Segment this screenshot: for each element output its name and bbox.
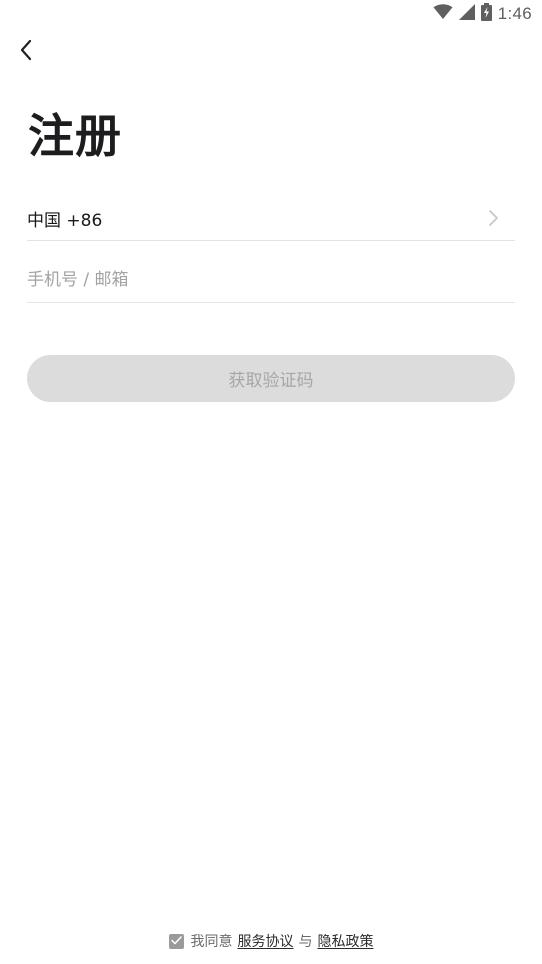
- checkmark-icon: [170, 933, 182, 949]
- battery-charging-icon: [480, 3, 492, 25]
- agreement-row: 我同意 服务协议 与 隐私政策: [0, 929, 542, 953]
- chevron-right-icon: [485, 208, 501, 228]
- status-bar: 1:46: [0, 0, 542, 28]
- country-code-selector[interactable]: 中国 +86: [27, 196, 515, 241]
- agreement-conjunction: 与: [298, 934, 313, 950]
- cellular-signal-icon: [458, 4, 475, 24]
- register-screen: 1:46 注册 中国 +86 获取验证码: [0, 0, 542, 964]
- agree-checkbox[interactable]: [168, 933, 184, 949]
- back-button[interactable]: [12, 38, 40, 66]
- agreement-prefix: 我同意: [190, 934, 233, 950]
- service-agreement-link[interactable]: 服务协议: [238, 931, 294, 951]
- status-time: 1:46: [497, 4, 532, 23]
- phone-email-input[interactable]: [27, 258, 515, 302]
- page-title: 注册: [28, 109, 122, 163]
- wifi-icon: [433, 4, 453, 24]
- chevron-left-icon: [19, 39, 33, 65]
- get-verification-code-button[interactable]: 获取验证码: [27, 355, 515, 402]
- country-code-label: 中国 +86: [27, 210, 103, 231]
- phone-email-field: [27, 258, 515, 303]
- privacy-policy-link[interactable]: 隐私政策: [318, 931, 374, 951]
- status-icons: 1:46: [433, 3, 532, 25]
